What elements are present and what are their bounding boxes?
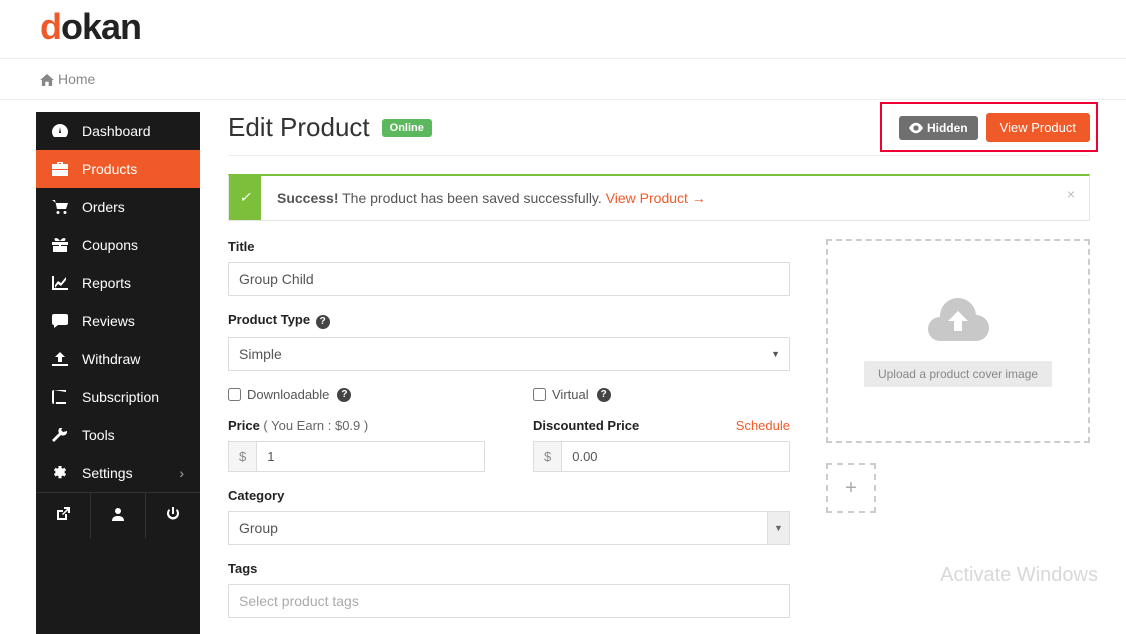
- schedule-link[interactable]: Schedule: [736, 418, 790, 433]
- category-select[interactable]: Group ▼: [228, 511, 790, 545]
- tags-label: Tags: [228, 561, 790, 576]
- cloud-upload-icon: [926, 295, 990, 343]
- sidebar-item-label: Tools: [82, 427, 115, 443]
- sidebar-item-reviews[interactable]: Reviews: [36, 302, 200, 340]
- view-product-button[interactable]: View Product: [986, 113, 1090, 142]
- chevron-down-icon: ▼: [767, 512, 789, 544]
- power-button[interactable]: [146, 493, 200, 538]
- home-icon: [40, 74, 54, 86]
- breadcrumb[interactable]: Home: [0, 59, 1126, 100]
- sidebar-item-label: Products: [82, 161, 137, 177]
- sidebar-item-label: Subscription: [82, 389, 159, 405]
- title-label: Title: [228, 239, 790, 254]
- user-icon: [111, 507, 125, 521]
- alert-close-button[interactable]: ×: [1067, 186, 1075, 202]
- downloadable-label: Downloadable: [247, 387, 329, 402]
- success-alert: ✓ Success! The product has been saved su…: [228, 174, 1090, 221]
- discounted-price-label: Discounted Price: [533, 418, 639, 433]
- hidden-status-button[interactable]: Hidden: [899, 116, 978, 140]
- virtual-checkbox[interactable]: [533, 388, 546, 401]
- sidebar-item-label: Settings: [82, 465, 133, 481]
- add-gallery-image-button[interactable]: +: [826, 463, 876, 513]
- briefcase-icon: [52, 162, 68, 176]
- sidebar-item-coupons[interactable]: Coupons: [36, 226, 200, 264]
- sidebar-item-label: Dashboard: [82, 123, 151, 139]
- check-icon: ✓: [229, 176, 261, 220]
- tags-input[interactable]: [228, 584, 790, 618]
- sidebar-nav: Dashboard Products Orders Coupons Report…: [36, 112, 200, 634]
- sidebar-item-label: Coupons: [82, 237, 138, 253]
- alert-text: The product has been saved successfully.: [338, 190, 605, 206]
- sidebar-item-products[interactable]: Products: [36, 150, 200, 188]
- virtual-label: Virtual: [552, 387, 589, 402]
- status-badge-online: Online: [382, 119, 432, 137]
- brand-logo: dokan: [40, 6, 1086, 48]
- book-icon: [52, 390, 68, 404]
- product-type-select[interactable]: Simple: [228, 337, 790, 371]
- page-title: Edit Product: [228, 112, 370, 143]
- help-icon[interactable]: ?: [597, 388, 611, 402]
- sidebar-item-label: Reports: [82, 275, 131, 291]
- help-icon[interactable]: ?: [316, 315, 330, 329]
- sidebar-item-orders[interactable]: Orders: [36, 188, 200, 226]
- external-link-icon: [56, 507, 70, 521]
- sidebar-item-withdraw[interactable]: Withdraw: [36, 340, 200, 378]
- eye-slash-icon: [909, 122, 923, 134]
- sidebar-item-label: Withdraw: [82, 351, 140, 367]
- downloadable-checkbox[interactable]: [228, 388, 241, 401]
- external-link-button[interactable]: [36, 493, 91, 538]
- discounted-price-input[interactable]: [561, 441, 790, 472]
- price-label: Price ( You Earn : $0.9 ): [228, 418, 485, 433]
- cover-image-upload[interactable]: Upload a product cover image: [826, 239, 1090, 443]
- sidebar-item-reports[interactable]: Reports: [36, 264, 200, 302]
- chevron-right-icon: ›: [179, 465, 184, 481]
- gear-icon: [52, 466, 68, 480]
- sidebar-item-tools[interactable]: Tools: [36, 416, 200, 454]
- gift-icon: [52, 238, 68, 252]
- dashboard-icon: [52, 124, 68, 138]
- cart-icon: [52, 200, 68, 214]
- help-icon[interactable]: ?: [337, 388, 351, 402]
- upload-icon: [52, 352, 68, 366]
- alert-view-link[interactable]: View Product →: [606, 190, 706, 206]
- upload-text: Upload a product cover image: [864, 361, 1052, 387]
- sidebar-item-label: Reviews: [82, 313, 135, 329]
- alert-strong: Success!: [277, 190, 338, 206]
- category-label: Category: [228, 488, 790, 503]
- sidebar-item-subscription[interactable]: Subscription: [36, 378, 200, 416]
- product-type-label: Product Type ?: [228, 312, 790, 329]
- power-icon: [166, 507, 180, 521]
- currency-symbol: $: [533, 441, 561, 472]
- sidebar-item-label: Orders: [82, 199, 125, 215]
- user-button[interactable]: [91, 493, 146, 538]
- comment-icon: [52, 314, 68, 328]
- sidebar-item-dashboard[interactable]: Dashboard: [36, 112, 200, 150]
- sidebar-item-settings[interactable]: Settings ›: [36, 454, 200, 492]
- title-input[interactable]: [228, 262, 790, 296]
- price-input[interactable]: [256, 441, 485, 472]
- currency-symbol: $: [228, 441, 256, 472]
- chart-icon: [52, 276, 68, 290]
- wrench-icon: [52, 428, 68, 442]
